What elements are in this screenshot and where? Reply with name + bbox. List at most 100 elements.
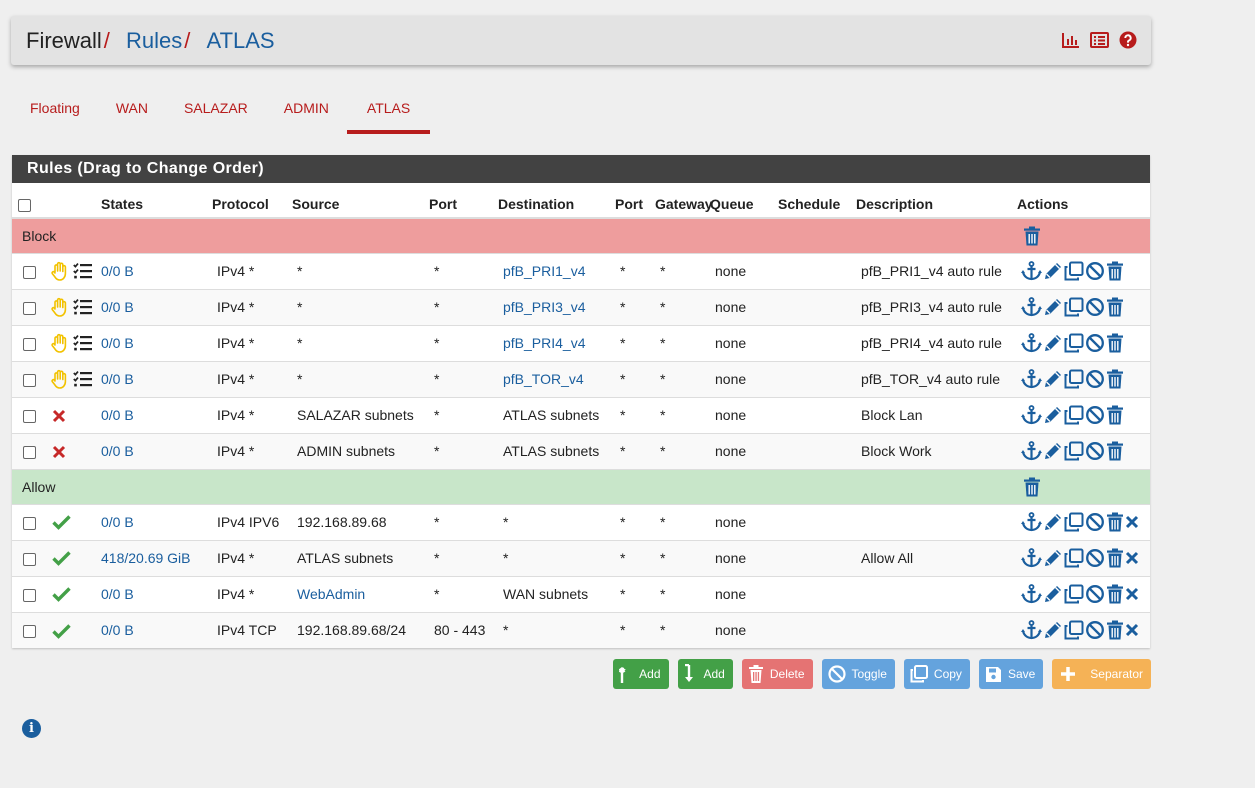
destination-cell[interactable]: pfB_PRI4_v4: [503, 335, 586, 351]
rule-row[interactable]: 0/0 B IPv4 * * * pfB_PRI3_v4 * * none pfB_PRI3_v…: [12, 288, 1150, 325]
rule-row[interactable]: 0/0 B IPv4 * SALAZAR subnets * ATLAS subnets…: [12, 396, 1150, 433]
anchor-icon[interactable]: [1021, 405, 1042, 425]
edit-pencil-icon[interactable]: [1043, 369, 1063, 389]
anchor-icon[interactable]: [1021, 261, 1042, 281]
delete-trash-icon[interactable]: [1106, 261, 1124, 281]
disable-ban-icon[interactable]: [1085, 584, 1105, 604]
rule-checkbox[interactable]: [23, 265, 36, 279]
chart-icon[interactable]: [1062, 31, 1080, 49]
disable-ban-icon[interactable]: [1085, 297, 1105, 317]
destination-cell[interactable]: pfB_PRI1_v4: [503, 263, 586, 279]
list-icon[interactable]: [1090, 31, 1109, 49]
info-icon[interactable]: i: [22, 719, 41, 738]
states-link[interactable]: 418/20.69 GiB: [101, 550, 191, 566]
states-link[interactable]: 0/0 B: [101, 443, 134, 459]
source-cell[interactable]: WebAdmin: [297, 586, 365, 602]
delete-trash-icon[interactable]: [1106, 333, 1124, 353]
toggle-button[interactable]: Toggle: [821, 659, 895, 689]
disable-ban-icon[interactable]: [1085, 405, 1105, 425]
anchor-icon[interactable]: [1021, 369, 1042, 389]
rule-row[interactable]: 0/0 B IPv4 * * * pfB_PRI1_v4 * * none pfB_PRI1_v…: [12, 252, 1150, 289]
edit-pencil-icon[interactable]: [1043, 548, 1063, 568]
copy-rule-icon[interactable]: [1064, 512, 1084, 532]
tab-floating[interactable]: Floating: [12, 86, 98, 134]
rule-row[interactable]: 0/0 B IPv4 IPV6 192.168.89.68 * * * * none: [12, 503, 1150, 540]
select-all-checkbox[interactable]: [18, 198, 31, 212]
rule-row[interactable]: 0/0 B IPv4 * ADMIN subnets * ATLAS subnets * *…: [12, 432, 1150, 469]
edit-pencil-icon[interactable]: [1043, 584, 1063, 604]
delete-trash-icon[interactable]: [1106, 405, 1124, 425]
copy-rule-icon[interactable]: [1064, 333, 1084, 353]
delete-trash-icon[interactable]: [1106, 584, 1124, 604]
rule-row[interactable]: 0/0 B IPv4 * WebAdmin * WAN subnets * * none: [12, 575, 1150, 612]
delete-separator-icon[interactable]: [1023, 477, 1041, 497]
copy-rule-icon[interactable]: [1064, 297, 1084, 317]
delete-trash-icon[interactable]: [1106, 297, 1124, 317]
edit-pencil-icon[interactable]: [1043, 405, 1063, 425]
tab-wan[interactable]: WAN: [98, 86, 166, 134]
states-link[interactable]: 0/0 B: [101, 263, 134, 279]
disable-ban-icon[interactable]: [1085, 333, 1105, 353]
breadcrumb-rules-link[interactable]: Rules: [126, 28, 182, 53]
copy-rule-icon[interactable]: [1064, 548, 1084, 568]
states-link[interactable]: 0/0 B: [101, 371, 134, 387]
states-link[interactable]: 0/0 B: [101, 299, 134, 315]
disable-ban-icon[interactable]: [1085, 261, 1105, 281]
rule-row[interactable]: 0/0 B IPv4 * * * pfB_PRI4_v4 * * none pfB_PRI4_v…: [12, 324, 1150, 361]
states-link[interactable]: 0/0 B: [101, 514, 134, 530]
remove-x-icon[interactable]: [1125, 515, 1139, 529]
delete-separator-icon[interactable]: [1023, 226, 1041, 246]
add-rule-top-button[interactable]: Add: [613, 659, 669, 689]
anchor-icon[interactable]: [1021, 584, 1042, 604]
disable-ban-icon[interactable]: [1085, 620, 1105, 640]
disable-ban-icon[interactable]: [1085, 441, 1105, 461]
rule-checkbox[interactable]: [23, 373, 36, 387]
delete-button[interactable]: Delete: [741, 659, 813, 689]
copy-rule-icon[interactable]: [1064, 584, 1084, 604]
rule-checkbox[interactable]: [23, 516, 36, 530]
remove-x-icon[interactable]: [1125, 623, 1139, 637]
copy-rule-icon[interactable]: [1064, 441, 1084, 461]
rule-checkbox[interactable]: [23, 552, 36, 566]
edit-pencil-icon[interactable]: [1043, 512, 1063, 532]
copy-rule-icon[interactable]: [1064, 405, 1084, 425]
disable-ban-icon[interactable]: [1085, 369, 1105, 389]
rule-checkbox[interactable]: [23, 625, 36, 639]
anchor-icon[interactable]: [1021, 441, 1042, 461]
anchor-icon[interactable]: [1021, 297, 1042, 317]
remove-x-icon[interactable]: [1125, 587, 1139, 601]
tab-salazar[interactable]: SALAZAR: [166, 86, 266, 134]
separator-button[interactable]: Separator: [1052, 659, 1151, 689]
edit-pencil-icon[interactable]: [1043, 297, 1063, 317]
edit-pencil-icon[interactable]: [1043, 261, 1063, 281]
edit-pencil-icon[interactable]: [1043, 333, 1063, 353]
states-link[interactable]: 0/0 B: [101, 407, 134, 423]
delete-trash-icon[interactable]: [1106, 369, 1124, 389]
delete-trash-icon[interactable]: [1106, 441, 1124, 461]
states-link[interactable]: 0/0 B: [101, 335, 134, 351]
tab-atlas[interactable]: ATLAS: [346, 86, 431, 134]
separator-allow[interactable]: Allow: [12, 468, 1150, 504]
help-icon[interactable]: [1119, 31, 1137, 49]
anchor-icon[interactable]: [1021, 333, 1042, 353]
rule-row[interactable]: 0/0 B IPv4 * * * pfB_TOR_v4 * * none pfB_TOR_v4 …: [12, 360, 1150, 397]
anchor-icon[interactable]: [1021, 620, 1042, 640]
delete-trash-icon[interactable]: [1106, 548, 1124, 568]
states-link[interactable]: 0/0 B: [101, 586, 134, 602]
disable-ban-icon[interactable]: [1085, 512, 1105, 532]
breadcrumb-atlas-link[interactable]: ATLAS: [207, 28, 275, 53]
rule-checkbox[interactable]: [23, 445, 36, 459]
rule-checkbox[interactable]: [23, 588, 36, 602]
remove-x-icon[interactable]: [1125, 551, 1139, 565]
destination-cell[interactable]: pfB_TOR_v4: [503, 371, 584, 387]
rule-row[interactable]: 0/0 B IPv4 TCP 192.168.89.68/24 80 - 443 * * *…: [12, 611, 1150, 648]
rule-row[interactable]: 418/20.69 GiB IPv4 * ATLAS subnets * * * * none…: [12, 539, 1150, 576]
rule-checkbox[interactable]: [23, 301, 36, 315]
edit-pencil-icon[interactable]: [1043, 620, 1063, 640]
copy-rule-icon[interactable]: [1064, 261, 1084, 281]
separator-block[interactable]: Block: [12, 217, 1150, 253]
rule-checkbox[interactable]: [23, 337, 36, 351]
edit-pencil-icon[interactable]: [1043, 441, 1063, 461]
copy-rule-icon[interactable]: [1064, 620, 1084, 640]
tab-admin[interactable]: ADMIN: [266, 86, 347, 134]
